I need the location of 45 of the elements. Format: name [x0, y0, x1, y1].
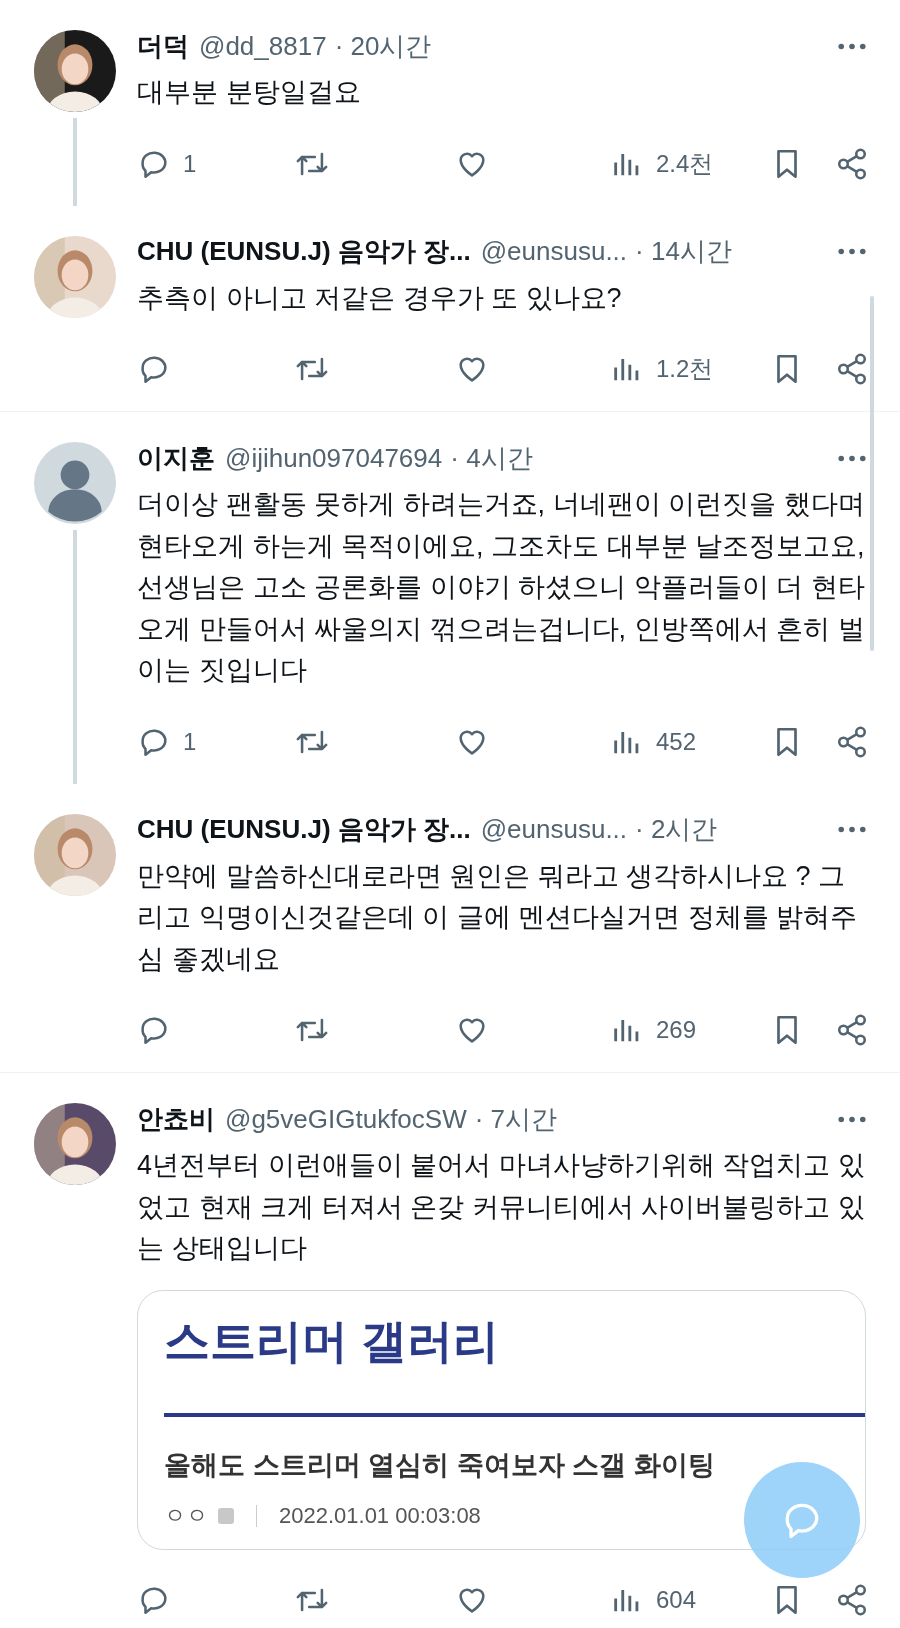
user-name[interactable]: CHU (EUNSU.J) 음악가 장...: [137, 234, 471, 269]
user-name[interactable]: 더덕: [137, 28, 189, 64]
more-icon[interactable]: [838, 1115, 866, 1123]
timestamp: · 7시간: [474, 1102, 558, 1136]
card-title: 스트리머 갤러리: [164, 1313, 500, 1369]
card-subtitle: 올해도 스트리머 열심히 죽여보자 스갤 화이팅: [164, 1448, 716, 1482]
timestamp: · 20시간: [334, 29, 432, 63]
timestamp: · 14시간: [635, 235, 732, 268]
scrollbar[interactable]: [870, 296, 874, 651]
default-avatar[interactable]: [34, 442, 116, 524]
view-count: 452: [656, 727, 697, 756]
view-count: 2.4천: [656, 148, 714, 179]
share-icon[interactable]: [835, 146, 869, 181]
user-handle[interactable]: @eunsusu...: [480, 236, 628, 267]
tweet-text: 대부분 분탕일걸요: [137, 76, 362, 109]
user-name[interactable]: 안쵸비: [137, 1101, 215, 1137]
view-count: 269: [656, 1016, 697, 1044]
view-count: 604: [656, 1585, 697, 1614]
share-icon[interactable]: [835, 1582, 869, 1617]
share-icon[interactable]: [835, 352, 869, 386]
timestamp: · 2시간: [635, 813, 718, 846]
tweet-text: 4년전부터 이런애들이 붙어서 마녀사냥하기위해 작업치고 있었고 현재 크게 터져서 온갖 커뮤니티에서 사이버불링하고 있는 상태입니다: [137, 1149, 866, 1265]
tweet-text: 추측이 아니고 저같은 경우가 또 있나요?: [137, 281, 623, 315]
reply-count: 1: [183, 727, 197, 756]
reply-count: 1: [183, 149, 197, 178]
timestamp: · 4시간: [450, 441, 533, 475]
user-handle[interactable]: @g5veGIGtukfocSW: [225, 1103, 467, 1135]
more-icon[interactable]: [838, 454, 866, 462]
user-handle[interactable]: @eunsusu...: [480, 814, 628, 845]
tweet-text: 만약에 말씀하신대로라면 원인은 뭐라고 생각하시나요 ? 그리고 익명이신것같은데 이 글에 멘션다실거면 정체를 밝혀주심 좋겠네요: [137, 859, 858, 976]
user-name[interactable]: 이지훈: [137, 440, 215, 476]
share-icon[interactable]: [835, 1013, 869, 1047]
user-handle[interactable]: @ijihun097047694: [225, 442, 443, 474]
more-icon[interactable]: [838, 826, 866, 833]
share-icon[interactable]: [835, 724, 869, 759]
badge-icon: [218, 1507, 234, 1524]
more-icon[interactable]: [838, 42, 866, 50]
card-date: 2022.01.01 00:03:08: [279, 1502, 481, 1529]
user-handle[interactable]: @dd_8817: [199, 30, 327, 62]
view-count: 1.2천: [656, 354, 714, 384]
more-icon[interactable]: [838, 248, 866, 255]
tweet-text: 더이상 팬활동 못하게 하려는거죠, 너네팬이 이런짓을 했다며 현타오게 하는게 목적이에요, 그조차도 대부분 날조정보고요, 선생님은 고소 공론화를 이야기 하셨으니 악플러들이 더 현타오게 만들어서 싸울의지 꺾으려는겁니다, 인방쪽에서 흔히 벌이는 짓입니다: [137, 488, 866, 687]
card-author: ㅇㅇ: [164, 1501, 208, 1530]
link-card[interactable]: 스트리머 갤러리 올해도 스트리머 열심히 죽여보자 스갤 화이팅 ㅇㅇ 2022.01.01 00:03:08: [137, 1289, 866, 1550]
user-name[interactable]: CHU (EUNSU.J) 음악가 장...: [137, 812, 471, 847]
